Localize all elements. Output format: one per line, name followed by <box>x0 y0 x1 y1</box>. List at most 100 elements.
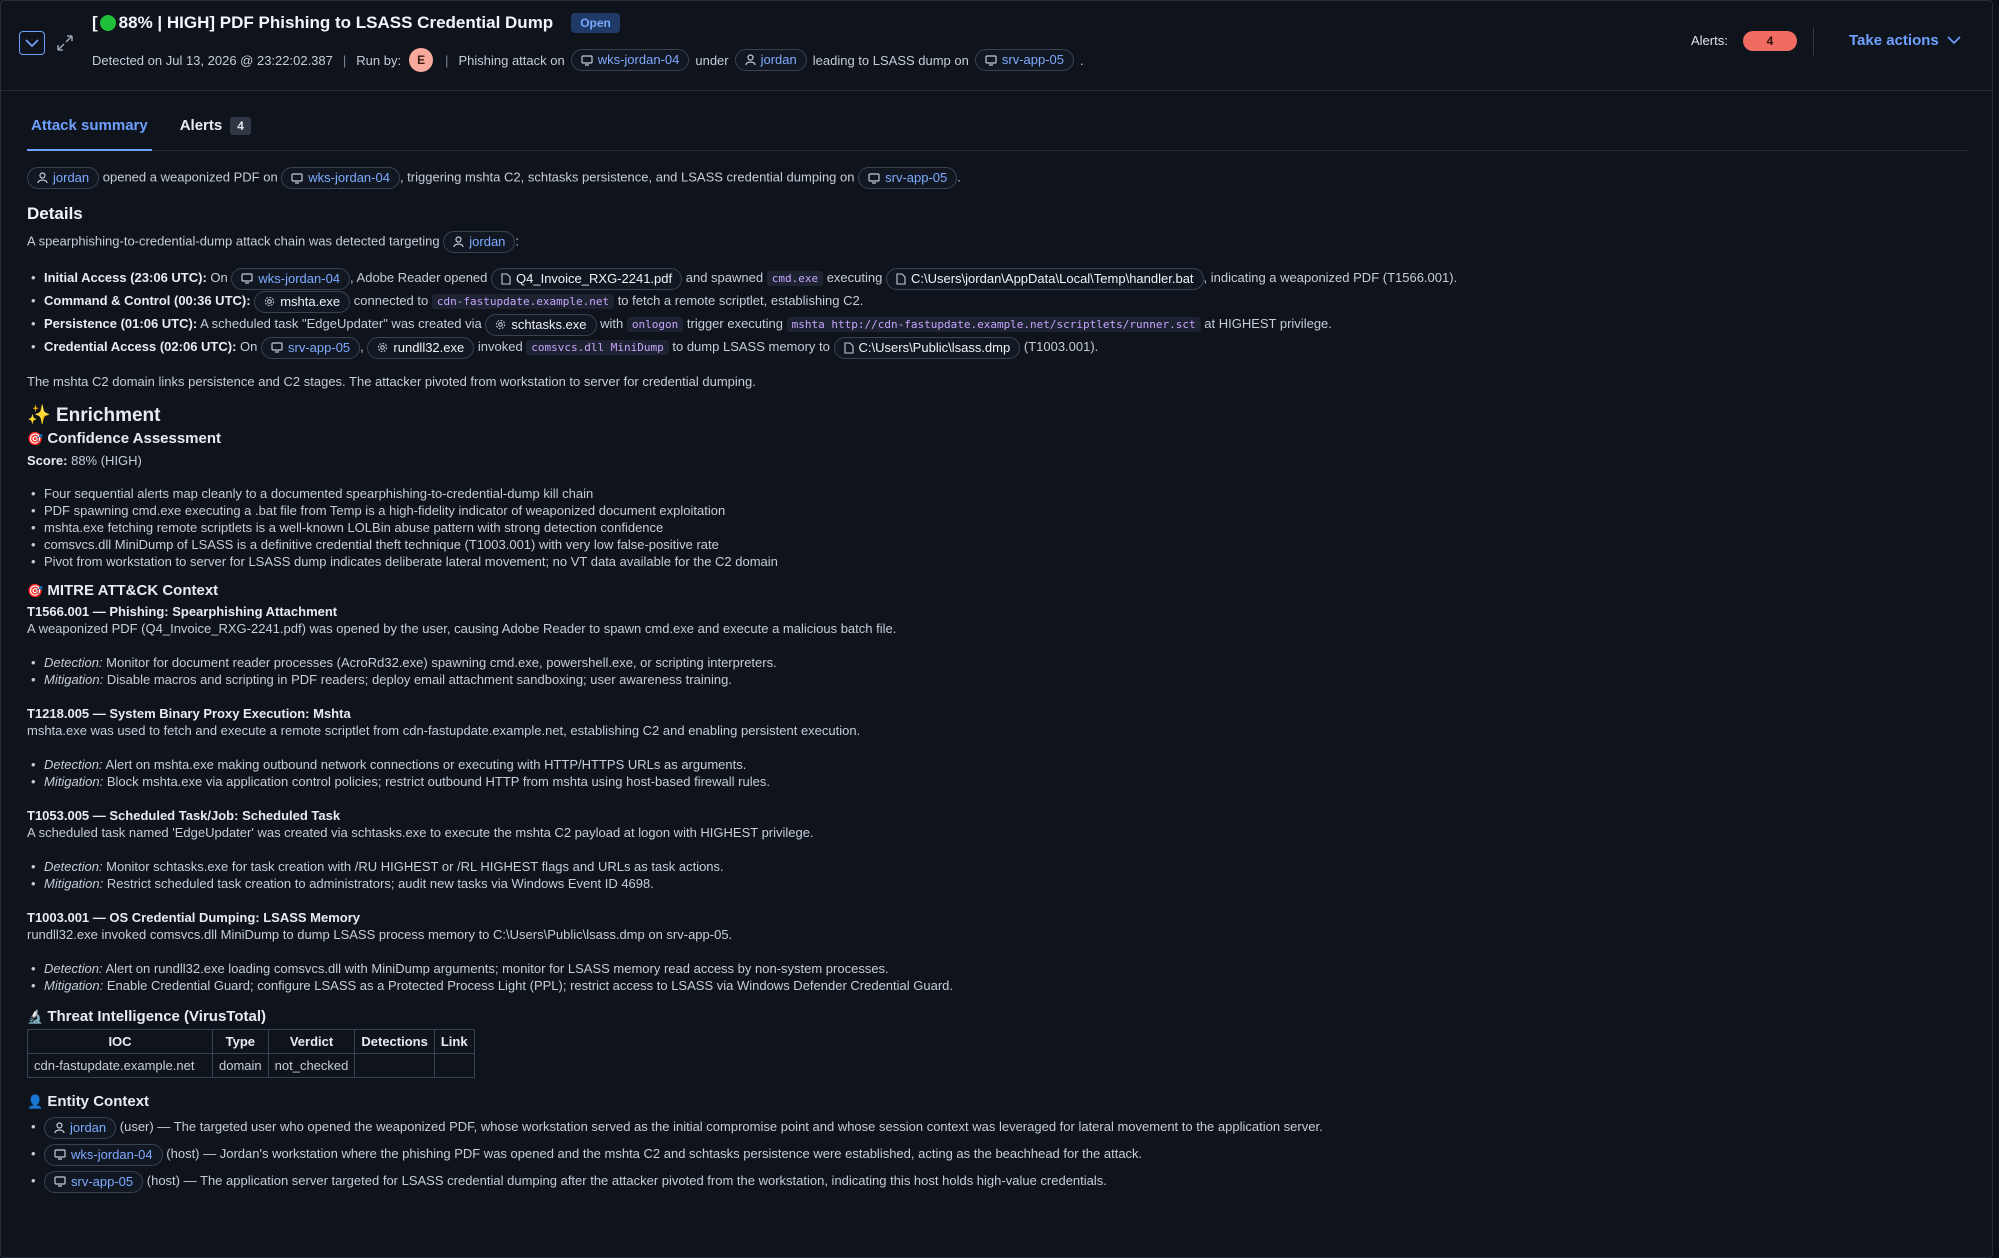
bullet-text: On <box>240 339 258 354</box>
entity-kind: (user) <box>119 1119 154 1134</box>
tab-alerts[interactable]: Alerts 4 <box>176 117 255 151</box>
host-name: srv-app-05 <box>288 339 351 355</box>
host-pill[interactable]: wks-jordan-04 <box>281 167 400 189</box>
technique-block: T1566.001 — Phishing: Spearphishing Atta… <box>27 603 1967 688</box>
entity-name: jordan <box>70 1119 107 1135</box>
process-pill[interactable]: schtasks.exe <box>485 313 597 336</box>
entity-kind: (host) <box>166 1146 200 1161</box>
alerts-count-badge: 4 <box>1743 31 1797 51</box>
tab-attack-summary[interactable]: Attack summary <box>27 117 152 151</box>
avatar[interactable]: E <box>409 48 434 72</box>
expand-button[interactable] <box>55 33 75 53</box>
user-pill[interactable]: jordan <box>44 1116 117 1139</box>
list-item: Detection: Alert on mshta.exe making out… <box>27 756 1967 773</box>
host-pill[interactable]: srv-app-05 <box>974 49 1074 71</box>
collapse-button[interactable] <box>19 31 45 55</box>
file-icon <box>896 273 906 285</box>
bullet-text: trigger executing <box>686 316 784 331</box>
file-pill[interactable]: C:\Users\Public\lsass.dmp <box>833 336 1021 359</box>
gear-icon <box>378 342 388 353</box>
bullet-text: , <box>360 339 364 354</box>
tab-label: Attack summary <box>31 117 148 134</box>
enrichment-heading: ✨ Enrichment <box>27 406 1967 425</box>
bullet-text: (T1003.001). <box>1023 339 1099 354</box>
process-pill[interactable]: rundll32.exe <box>367 336 475 359</box>
column-header: Verdict <box>267 1029 356 1054</box>
bullet-text: A scheduled task "EdgeUpdater" was creat… <box>200 316 482 331</box>
list-item: Command & Control (00:36 UTC): mshta.exe… <box>27 290 1967 313</box>
host-pill[interactable]: wks-jordan-04 <box>231 267 351 290</box>
host-pill[interactable]: srv-app-05 <box>858 167 958 189</box>
tab-bar: Attack summary Alerts 4 <box>27 117 1967 151</box>
bullet-text: with <box>600 316 624 331</box>
technique-desc: mshta.exe was used to fetch and execute … <box>27 723 861 738</box>
user-name: jordan <box>469 234 506 249</box>
process-name: rundll32.exe <box>393 339 465 355</box>
take-actions-label: Take actions <box>1849 32 1939 49</box>
entity-desc: — Jordan's workstation where the phishin… <box>203 1146 1143 1161</box>
summary-end: . <box>1080 52 1084 68</box>
host-pill[interactable]: srv-app-05 <box>261 336 361 359</box>
expand-icon <box>57 35 73 51</box>
process-pill[interactable]: mshta.exe <box>254 290 351 313</box>
flyout-title: [ 88% | HIGH] PDF Phishing to LSASS Cred… <box>92 13 553 33</box>
confidence-list: Four sequential alerts map cleanly to a … <box>27 485 1967 570</box>
divider <box>1813 27 1814 55</box>
status-badge[interactable]: Open <box>571 13 620 33</box>
file-pill[interactable]: Q4_Invoice_RXG-2241.pdf <box>491 267 683 290</box>
technique-desc: rundll32.exe invoked comsvcs.dll MiniDum… <box>27 927 733 942</box>
technique-title: T1218.005 — System Binary Proxy Executio… <box>27 706 351 721</box>
host-name: srv-app-05 <box>1001 52 1064 67</box>
list-item: Detection: Monitor schtasks.exe for task… <box>27 858 1967 875</box>
mitigation-text: Disable macros and scripting in PDF read… <box>106 672 732 687</box>
file-pill[interactable]: C:\Users\jordan\AppData\Local\Temp\handl… <box>885 267 1204 290</box>
header-subtitle: Detected on Jul 13, 2026 @ 23:22:02.387 … <box>92 48 1084 72</box>
file-name: Q4_Invoice_RXG-2241.pdf <box>516 270 673 286</box>
mitre-title: MITRE ATT&CK Context <box>47 582 219 599</box>
bullet-label: Initial Access (23:06 UTC): <box>44 270 207 285</box>
list-item: comsvcs.dll MiniDump of LSASS is a defin… <box>27 536 1967 553</box>
confidence-heading: 🎯 Confidence Assessment <box>27 430 1967 447</box>
entity-name: srv-app-05 <box>71 1173 134 1189</box>
column-header: Type <box>212 1029 269 1054</box>
table-cell <box>354 1053 435 1078</box>
mitigation-label: Mitigation: <box>44 978 104 993</box>
alerts-label: Alerts: <box>1691 33 1728 48</box>
process-name: schtasks.exe <box>511 316 587 332</box>
details-intro: A spearphishing-to-credential-dump attac… <box>27 231 1967 253</box>
table-header-row: IOC Type Verdict Detections Link <box>27 1029 475 1054</box>
mitigation-label: Mitigation: <box>44 672 104 687</box>
take-actions-button[interactable]: Take actions <box>1849 32 1961 49</box>
user-pill[interactable]: jordan <box>27 167 100 189</box>
technique-list: Detection: Monitor schtasks.exe for task… <box>27 858 1967 892</box>
bullet-text: to fetch a remote scriptlet, establishin… <box>617 293 864 308</box>
run-by-label: Run by: <box>356 52 402 68</box>
detection-label: Detection: <box>44 961 103 976</box>
user-icon <box>54 1121 65 1133</box>
mitigation-text: Enable Credential Guard; configure LSASS… <box>106 978 954 993</box>
detection-label: Detection: <box>44 757 103 772</box>
mitre-heading: 🎯 MITRE ATT&CK Context <box>27 582 1967 599</box>
user-pill[interactable]: jordan <box>734 49 807 71</box>
process-name: mshta.exe <box>280 293 341 309</box>
summary-text: . <box>957 169 961 185</box>
user-name: jordan <box>760 52 797 67</box>
gear-icon <box>496 319 506 330</box>
host-pill[interactable]: wks-jordan-04 <box>570 49 690 71</box>
user-pill[interactable]: jordan <box>443 231 516 253</box>
user-icon <box>37 172 48 184</box>
technique-block: T1218.005 — System Binary Proxy Executio… <box>27 705 1967 790</box>
summary-text: opened a weaponized PDF on <box>102 169 278 185</box>
table-row: cdn-fastupdate.example.net domain not_ch… <box>27 1053 475 1078</box>
confidence-dot-icon <box>99 15 116 31</box>
technique-list: Detection: Alert on rundll32.exe loading… <box>27 960 1967 994</box>
host-pill[interactable]: wks-jordan-04 <box>44 1143 163 1166</box>
detection-label: Detection: <box>44 859 103 874</box>
technique-list: Detection: Monitor for document reader p… <box>27 654 1967 688</box>
ti-table: IOC Type Verdict Detections Link cdn-fas… <box>27 1029 475 1078</box>
inline-code: cdn-fastupdate.example.net <box>431 294 615 309</box>
user-icon <box>453 236 464 248</box>
table-cell <box>433 1053 475 1078</box>
host-pill[interactable]: srv-app-05 <box>44 1170 144 1193</box>
table-cell: cdn-fastupdate.example.net <box>27 1053 213 1078</box>
